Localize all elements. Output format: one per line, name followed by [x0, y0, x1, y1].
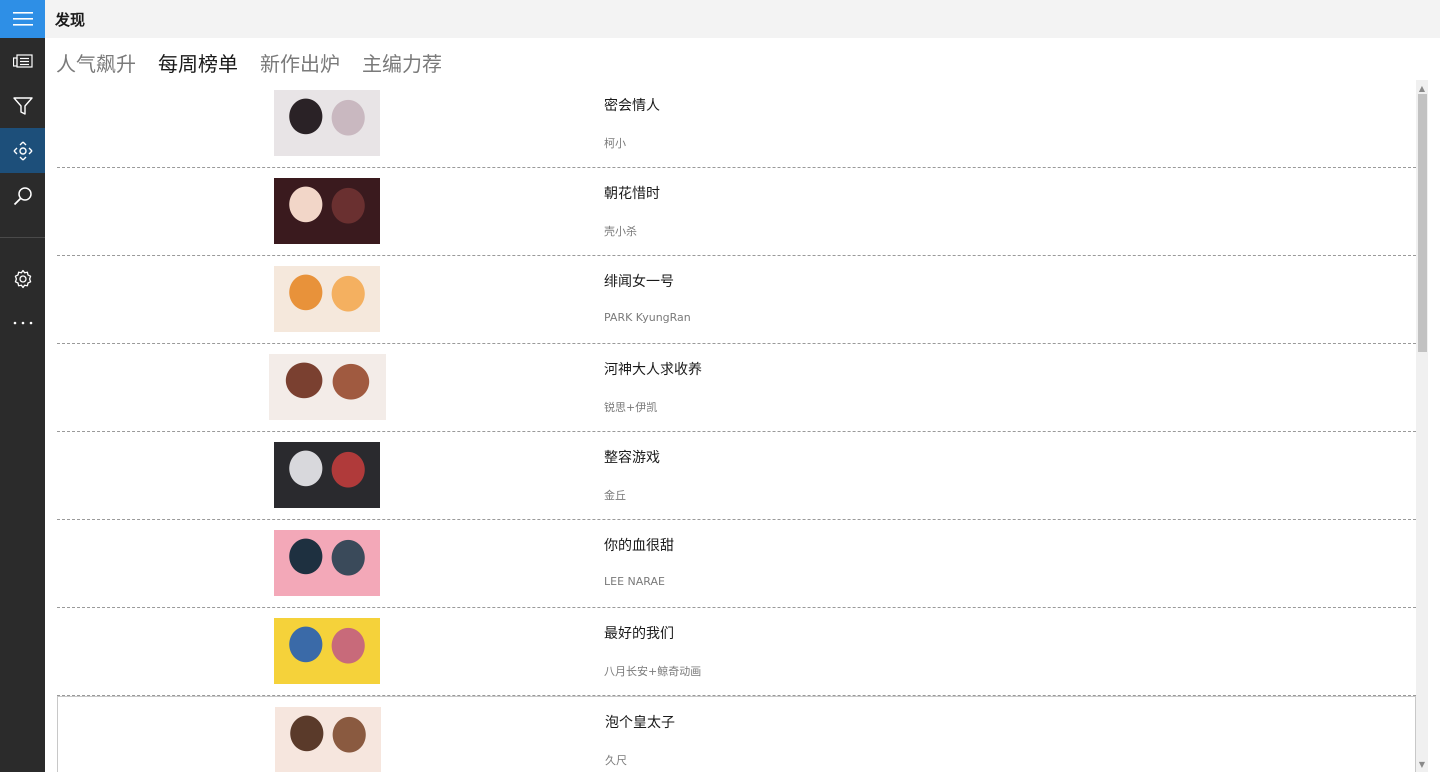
comic-author: 八月长安+鲸奇动画: [604, 665, 702, 678]
comic-author: 金丘: [604, 489, 626, 502]
comic-author: 锐思+伊凯: [604, 401, 658, 414]
comic-cover: [269, 354, 386, 420]
comic-cover: [274, 530, 380, 596]
vertical-scrollbar[interactable]: ▲ ▼: [1416, 80, 1428, 772]
search-icon: [13, 186, 32, 205]
list-item[interactable]: 朝花惜时 壳小杀: [57, 168, 1416, 256]
pivot-tabs: 人气飙升 每周榜单 新作出炉 主编力荐: [56, 48, 442, 77]
comic-cover: [274, 442, 380, 508]
nav-more-button[interactable]: [0, 300, 45, 345]
tab-trending[interactable]: 人气飙升: [56, 48, 136, 77]
comic-title: 河神大人求收养: [604, 362, 702, 378]
list-item[interactable]: 整容游戏 金丘: [57, 432, 1416, 520]
nav-rail: [0, 0, 45, 772]
comic-cover: [275, 707, 381, 772]
nav-discover-button[interactable]: [0, 128, 45, 173]
comic-title: 朝花惜时: [604, 186, 660, 202]
nav-filter-button[interactable]: [0, 83, 45, 128]
comic-cover: [274, 178, 380, 244]
comic-title: 泡个皇太子: [605, 715, 675, 731]
comic-title: 密会情人: [604, 98, 660, 114]
discover-icon: [13, 141, 32, 160]
page-title: 发现: [55, 11, 86, 29]
app-window: 发现 人气飙升 每周榜单 新作出炉 主编力荐 密会情人 柯小 朝花惜时 壳小杀 …: [0, 0, 1440, 772]
comic-title: 绯闻女一号: [604, 274, 674, 290]
comic-author: 柯小: [604, 137, 626, 150]
scroll-down-arrow-icon[interactable]: ▼: [1416, 758, 1428, 770]
nav-search-button[interactable]: [0, 173, 45, 218]
hamburger-menu-icon: [12, 12, 33, 26]
more-icon: [13, 321, 32, 324]
filter-icon: [12, 96, 33, 115]
title-bar: 发现: [45, 0, 1440, 38]
list-item[interactable]: 密会情人 柯小: [57, 80, 1416, 168]
comic-cover: [274, 618, 380, 684]
comic-title: 你的血很甜: [604, 538, 674, 554]
nav-settings-button[interactable]: [0, 256, 45, 301]
list-item[interactable]: 河神大人求收养 锐思+伊凯: [57, 344, 1416, 432]
tab-editor-picks[interactable]: 主编力荐: [362, 48, 442, 77]
comic-author: LEE NARAE: [604, 575, 665, 588]
comic-author: PARK KyungRan: [604, 311, 691, 324]
tab-new-releases[interactable]: 新作出炉: [260, 48, 340, 77]
comic-title: 整容游戏: [604, 450, 660, 466]
comic-title: 最好的我们: [604, 626, 674, 642]
scroll-thumb[interactable]: [1418, 94, 1427, 352]
list-item[interactable]: 你的血很甜 LEE NARAE: [57, 520, 1416, 608]
list-item[interactable]: 绯闻女一号 PARK KyungRan: [57, 256, 1416, 344]
settings-icon: [14, 269, 31, 288]
nav-news-button[interactable]: [0, 38, 45, 83]
comic-cover: [274, 90, 380, 156]
scroll-up-arrow-icon[interactable]: ▲: [1416, 82, 1428, 94]
comic-author: 久尺: [605, 754, 627, 767]
hamburger-menu-button[interactable]: [0, 0, 45, 38]
comic-list: 密会情人 柯小 朝花惜时 壳小杀 绯闻女一号 PARK KyungRan 河神大…: [57, 80, 1416, 772]
list-item[interactable]: 最好的我们 八月长安+鲸奇动画: [57, 608, 1416, 696]
comic-cover: [274, 266, 380, 332]
comic-author: 壳小杀: [604, 225, 637, 238]
tab-weekly-ranking[interactable]: 每周榜单: [158, 48, 238, 77]
list-item[interactable]: 泡个皇太子 久尺: [57, 696, 1416, 772]
news-icon: [12, 53, 33, 68]
nav-divider: [0, 237, 45, 238]
